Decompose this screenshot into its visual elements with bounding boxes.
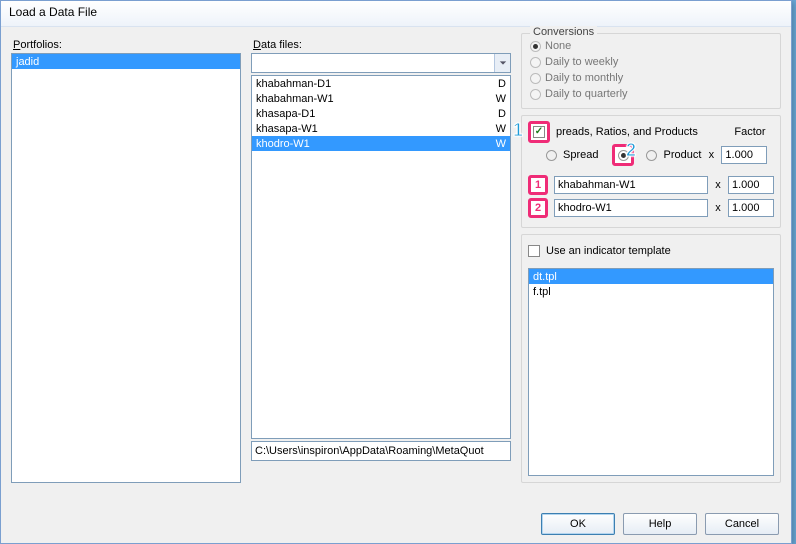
mode-radio-product[interactable]: [646, 150, 657, 161]
mode-label-product: Product: [663, 149, 701, 161]
list-item[interactable]: Wkhabahman-W1: [252, 91, 510, 106]
datafiles-listbox[interactable]: Dkhabahman-D1Wkhabahman-W1Dkhasapa-D1Wkh…: [251, 75, 511, 439]
ok-button[interactable]: OK: [541, 513, 615, 535]
conv-radio-none: None: [530, 38, 772, 54]
portfolios-panel: Portfolios: jadid: [11, 33, 241, 483]
datafiles-path[interactable]: [251, 441, 511, 461]
help-button[interactable]: Help: [623, 513, 697, 535]
chevron-down-icon[interactable]: [494, 54, 510, 72]
list-item[interactable]: Wkhasapa-W1: [252, 121, 510, 136]
conv-radio-quarterly: Daily to quarterly: [530, 86, 772, 102]
slot2-name-input[interactable]: [554, 199, 708, 217]
portfolios-listbox[interactable]: jadid: [11, 53, 241, 483]
list-item[interactable]: jadid: [12, 54, 240, 69]
datafiles-dropdown[interactable]: [251, 53, 511, 73]
datafiles-label: Data files:: [253, 39, 511, 51]
dialog-window: Load a Data File Portfolios: jadid Data …: [0, 0, 792, 544]
list-item[interactable]: Dkhabahman-D1: [252, 76, 510, 91]
datafiles-panel: Data files: Dkhabahman-D1Wkhabahman-W1Dk…: [251, 33, 511, 483]
mode-label-spread: Spread: [563, 149, 598, 161]
spreads-checkbox-highlight: ✓: [528, 121, 550, 143]
conv-radio-monthly: Daily to monthly: [530, 70, 772, 86]
cancel-button[interactable]: Cancel: [705, 513, 779, 535]
list-item[interactable]: dt.tpl: [529, 269, 773, 284]
slot1-name-input[interactable]: [554, 176, 708, 194]
primary-factor-input[interactable]: [721, 146, 767, 164]
list-item[interactable]: Wkhodro-W1: [252, 136, 510, 151]
list-item[interactable]: f.tpl: [529, 284, 773, 299]
slot1-factor-input[interactable]: [728, 176, 774, 194]
dialog-button-row: OK Help Cancel: [541, 513, 779, 535]
spreads-checkbox[interactable]: ✓: [533, 126, 545, 138]
spreads-checkbox-label: preads, Ratios, and Products: [556, 126, 720, 138]
conversions-group: Conversions None Daily to weekly Daily t…: [521, 33, 781, 109]
right-panel: Conversions None Daily to weekly Daily t…: [521, 33, 781, 483]
slot1-badge: 1: [528, 175, 548, 195]
conv-radio-weekly: Daily to weekly: [530, 54, 772, 70]
template-checkbox-label: Use an indicator template: [546, 245, 671, 257]
list-item[interactable]: Dkhasapa-D1: [252, 106, 510, 121]
conversions-legend: Conversions: [530, 26, 597, 38]
mode-radio-ratio[interactable]: [618, 150, 629, 161]
factor-header: Factor: [726, 126, 774, 138]
slot2-badge: 2: [528, 198, 548, 218]
slot2-factor-input[interactable]: [728, 199, 774, 217]
mode-radio-spread[interactable]: [546, 150, 557, 161]
portfolios-label: Portfolios:: [13, 39, 241, 51]
template-checkbox[interactable]: [528, 245, 540, 257]
dialog-content: Portfolios: jadid Data files: Dkhabahman…: [1, 27, 791, 543]
template-group: Use an indicator template dt.tplf.tpl: [521, 234, 781, 483]
datafiles-dropdown-text: [252, 54, 494, 72]
window-title: Load a Data File: [9, 5, 97, 19]
titlebar: Load a Data File: [1, 1, 791, 27]
spreads-group: ✓ preads, Ratios, and Products Factor Sp…: [521, 115, 781, 228]
template-listbox[interactable]: dt.tplf.tpl: [528, 268, 774, 476]
mode-radio-ratio-highlight: [612, 144, 634, 166]
